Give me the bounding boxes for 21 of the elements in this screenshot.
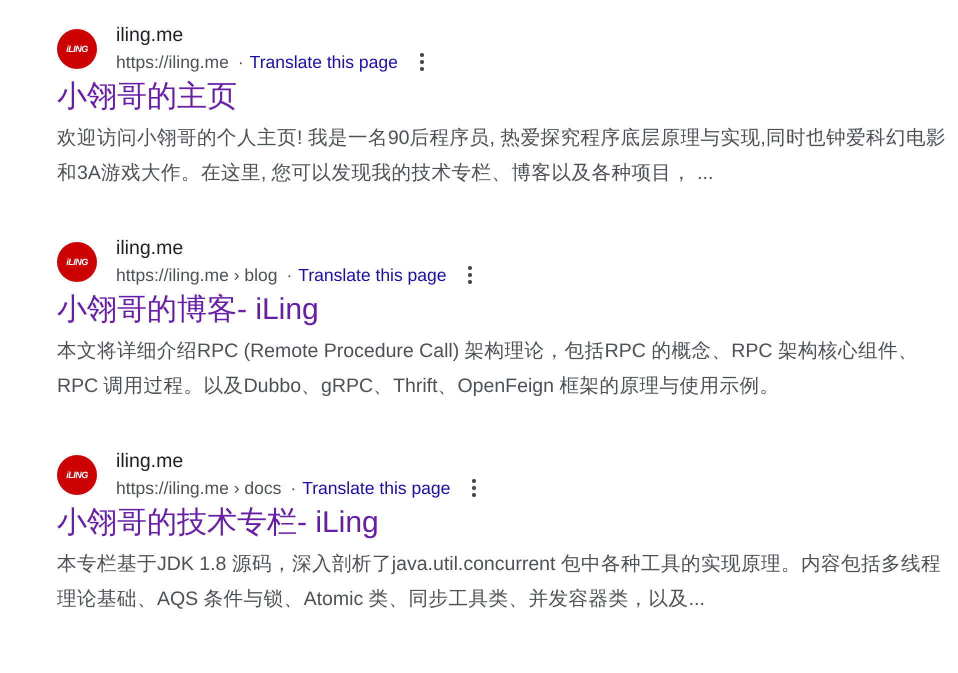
site-logo: iLING [57, 454, 97, 494]
site-logo: iLING [57, 242, 97, 282]
site-url: https://iling.me [116, 51, 229, 74]
site-name: iling.me [116, 236, 184, 261]
site-logo: iLING [57, 28, 97, 68]
site-name: iling.me [116, 449, 184, 474]
site-url: https://iling.me › docs [116, 477, 282, 500]
result-title-link[interactable]: 小翎哥的博客- iLing [57, 290, 319, 330]
result-snippet: 欢迎访问小翎哥的个人主页! 我是一名90后程序员, 热爱探究程序底层原理与实现,同时也钟爱科幻电影和3A游戏大作。在这里, 您可以发现我的技术专栏、博客以及各种项目， ... [57, 126, 947, 186]
separator-dot: · [238, 51, 244, 74]
result-title-link[interactable]: 小翎哥的主页 [57, 77, 237, 117]
result-title-link[interactable]: 小翎哥的技术专栏- iLing [57, 503, 379, 543]
translate-link[interactable]: Translate this page [302, 475, 450, 501]
separator-dot: · [286, 264, 292, 287]
result-snippet: 本专栏基于JDK 1.8 源码，深入剖析了java.util.concurrent 包中各种工具的实现原理。内容包括多线程理论基础、AQS 条件与锁、Atomic 类、同步工具类、并发容器类，以及... [57, 552, 942, 612]
site-url: https://iling.me › blog [116, 264, 278, 287]
site-name: iling.me [116, 23, 184, 48]
separator-dot: · [290, 477, 296, 500]
result-snippet: 本文将详细介绍RPC (Remote Procedure Call) 架构理论，包括RPC 的概念、RPC 架构核心组件、RPC 调用过程。以及Dubbo、gRPC、Thrift、OpenFeign 框架的原理与使用示例。 [57, 339, 919, 399]
translate-link[interactable]: Translate this page [298, 262, 446, 288]
translate-link[interactable]: Translate this page [250, 49, 398, 75]
